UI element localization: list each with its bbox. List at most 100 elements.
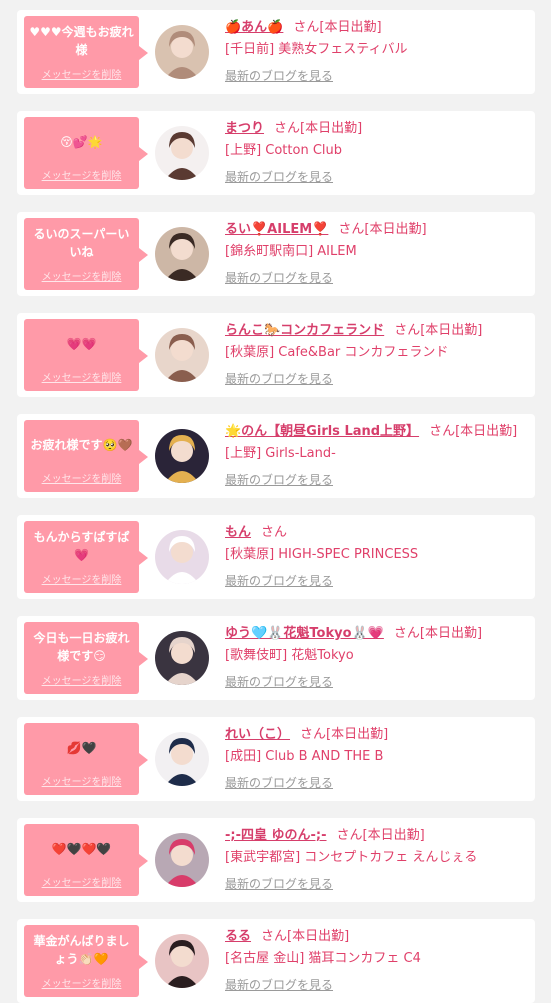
avatar[interactable] — [155, 833, 209, 887]
message-card: もんからすぱすぱ💗 メッセージを削除 もん さん [秋葉原] HIGH-SPEC … — [17, 515, 535, 599]
message-card: 今日も一日お疲れ様です😏 メッセージを削除 ゆう🩵🐰花魁Tokyo🐰💗 さん[本日… — [17, 616, 535, 700]
latest-blog-link[interactable]: 最新のブログを見る — [225, 471, 333, 488]
cast-info: るい❣️AILEM❣️ さん[本日出勤] [錦糸町駅南口] AILEM 最新のブロ… — [225, 221, 529, 286]
avatar-image — [155, 429, 209, 483]
message-bubble: ❤️🖤❤️🖤 メッセージを削除 — [24, 824, 148, 896]
name-line: まつり さん[本日出勤] — [225, 120, 529, 138]
name-line: ゆう🩵🐰花魁Tokyo🐰💗 さん[本日出勤] — [225, 625, 529, 643]
latest-blog-link[interactable]: 最新のブログを見る — [225, 168, 333, 185]
delete-message-link[interactable]: メッセージを削除 — [28, 167, 135, 182]
message-bubble: 華金がんばりましょう👏🏻🧡 メッセージを削除 — [24, 925, 148, 997]
avatar[interactable] — [155, 126, 209, 180]
name-line: -;-四皇 ゆのん-;- さん[本日出勤] — [225, 827, 529, 845]
avatar-image — [155, 227, 209, 281]
delete-message-link[interactable]: メッセージを削除 — [28, 874, 135, 889]
cast-name-link[interactable]: 🌟のん【朝昼Girls Land上野】 — [225, 424, 419, 439]
cast-info: -;-四皇 ゆのん-;- さん[本日出勤] [東武宇都宮] コンセプトカフェ えん… — [225, 827, 529, 892]
message-bubble: お疲れ様です🥺🤎 メッセージを削除 — [24, 420, 148, 492]
message-bubble: もんからすぱすぱ💗 メッセージを削除 — [24, 521, 148, 593]
message-bubble: るいのスーパーいいね メッセージを削除 — [24, 218, 148, 290]
attendance-status: [本日出勤] — [455, 424, 518, 439]
avatar[interactable] — [155, 631, 209, 685]
attendance-status: [本日出勤] — [362, 828, 425, 843]
cast-info: らんこ🐎コンカフェランド さん[本日出勤] [秋葉原] Cafe&Bar コンカフ… — [225, 322, 529, 387]
name-line: るい❣️AILEM❣️ さん[本日出勤] — [225, 221, 529, 239]
san-suffix: さん — [336, 828, 363, 843]
cast-name-link[interactable]: もん — [225, 525, 251, 540]
cast-info: ゆう🩵🐰花魁Tokyo🐰💗 さん[本日出勤] [歌舞伎町] 花魁Tokyo 最新の… — [225, 625, 529, 690]
message-card: 華金がんばりましょう👏🏻🧡 メッセージを削除 るる さん[本日出勤] [名古屋 金… — [17, 919, 535, 1003]
avatar[interactable] — [155, 934, 209, 988]
attendance-status: [本日出勤] — [319, 20, 382, 35]
delete-message-link[interactable]: メッセージを削除 — [28, 975, 135, 990]
delete-message-link[interactable]: メッセージを削除 — [28, 369, 135, 384]
latest-blog-link[interactable]: 最新のブログを見る — [225, 673, 333, 690]
san-suffix: さん — [261, 929, 288, 944]
attendance-status: [本日出勤] — [420, 323, 483, 338]
cast-name-link[interactable]: るい❣️AILEM❣️ — [225, 222, 328, 237]
delete-message-link[interactable]: メッセージを削除 — [28, 773, 135, 788]
avatar-image — [155, 530, 209, 584]
cast-name-link[interactable]: -;-四皇 ゆのん-;- — [225, 828, 327, 843]
cast-name-link[interactable]: らんこ🐎コンカフェランド — [225, 323, 384, 338]
shop-name: [成田] Club B AND THE B — [225, 749, 384, 764]
attendance-status: [本日出勤] — [364, 222, 427, 237]
san-suffix: さん — [394, 323, 421, 338]
cast-info: もん さん [秋葉原] HIGH-SPEC PRINCESS 最新のブログを見る — [225, 524, 529, 589]
latest-blog-link[interactable]: 最新のブログを見る — [225, 67, 333, 84]
avatar-image — [155, 126, 209, 180]
message-text: るいのスーパーいいね — [33, 227, 130, 259]
delete-message-link[interactable]: メッセージを削除 — [28, 571, 135, 586]
delete-message-link[interactable]: メッセージを削除 — [28, 66, 135, 81]
avatar[interactable] — [155, 328, 209, 382]
cast-name-link[interactable]: るる — [225, 929, 251, 944]
message-card: るいのスーパーいいね メッセージを削除 るい❣️AILEM❣️ さん[本日出勤] … — [17, 212, 535, 296]
cast-info: まつり さん[本日出勤] [上野] Cotton Club 最新のブログを見る — [225, 120, 529, 185]
latest-blog-link[interactable]: 最新のブログを見る — [225, 370, 333, 387]
shop-name: [上野] Cotton Club — [225, 143, 343, 158]
avatar[interactable] — [155, 530, 209, 584]
shop-name: [東武宇都宮] コンセプトカフェ えんじぇる — [225, 850, 478, 865]
avatar[interactable] — [155, 732, 209, 786]
name-line: 🍎あん🍎 さん[本日出勤] — [225, 19, 529, 37]
delete-message-link[interactable]: メッセージを削除 — [28, 268, 135, 283]
cast-name-link[interactable]: ゆう🩵🐰花魁Tokyo🐰💗 — [225, 626, 384, 641]
shop-name: [名古屋 金山] 猫耳コンカフェ C4 — [225, 951, 421, 966]
avatar-image — [155, 934, 209, 988]
latest-blog-link[interactable]: 最新のブログを見る — [225, 269, 333, 286]
message-text: 😚💕🌟 — [60, 135, 103, 149]
latest-blog-link[interactable]: 最新のブログを見る — [225, 875, 333, 892]
cast-name-link[interactable]: 🍎あん🍎 — [225, 20, 283, 35]
delete-message-link[interactable]: メッセージを削除 — [28, 470, 135, 485]
delete-message-link[interactable]: メッセージを削除 — [28, 672, 135, 687]
shop-name: [上野] Girls-Land- — [225, 446, 336, 461]
san-suffix: さん — [274, 121, 301, 136]
avatar[interactable] — [155, 227, 209, 281]
name-line: らんこ🐎コンカフェランド さん[本日出勤] — [225, 322, 529, 340]
message-card: 😚💕🌟 メッセージを削除 まつり さん[本日出勤] [上野] Cotton Clu… — [17, 111, 535, 195]
latest-blog-link[interactable]: 最新のブログを見る — [225, 774, 333, 791]
shop-name: [秋葉原] HIGH-SPEC PRINCESS — [225, 547, 419, 562]
latest-blog-link[interactable]: 最新のブログを見る — [225, 976, 333, 993]
attendance-status: [本日出勤] — [287, 929, 350, 944]
message-bubble: 今日も一日お疲れ様です😏 メッセージを削除 — [24, 622, 148, 694]
message-text: もんからすぱすぱ💗 — [33, 530, 130, 562]
name-line: もん さん — [225, 524, 529, 542]
avatar[interactable] — [155, 25, 209, 79]
name-line: れい（こ） さん[本日出勤] — [225, 726, 529, 744]
message-text: 華金がんばりましょう👏🏻🧡 — [33, 934, 130, 966]
cast-name-link[interactable]: まつり — [225, 121, 264, 136]
message-bubble: 💋🖤 メッセージを削除 — [24, 723, 148, 795]
san-suffix: さん — [338, 222, 365, 237]
message-text: 💗💗 — [66, 337, 97, 351]
latest-blog-link[interactable]: 最新のブログを見る — [225, 572, 333, 589]
attendance-status: [本日出勤] — [326, 727, 389, 742]
shop-name: [錦糸町駅南口] AILEM — [225, 244, 357, 259]
cast-name-link[interactable]: れい（こ） — [225, 727, 290, 742]
cast-info: 🍎あん🍎 さん[本日出勤] [千日前] 美熟女フェスティバル 最新のブログを見る — [225, 19, 529, 84]
avatar-image — [155, 328, 209, 382]
shop-name: [千日前] 美熟女フェスティバル — [225, 42, 408, 57]
cast-info: れい（こ） さん[本日出勤] [成田] Club B AND THE B 最新のブ… — [225, 726, 529, 791]
avatar[interactable] — [155, 429, 209, 483]
san-suffix: さん — [429, 424, 456, 439]
